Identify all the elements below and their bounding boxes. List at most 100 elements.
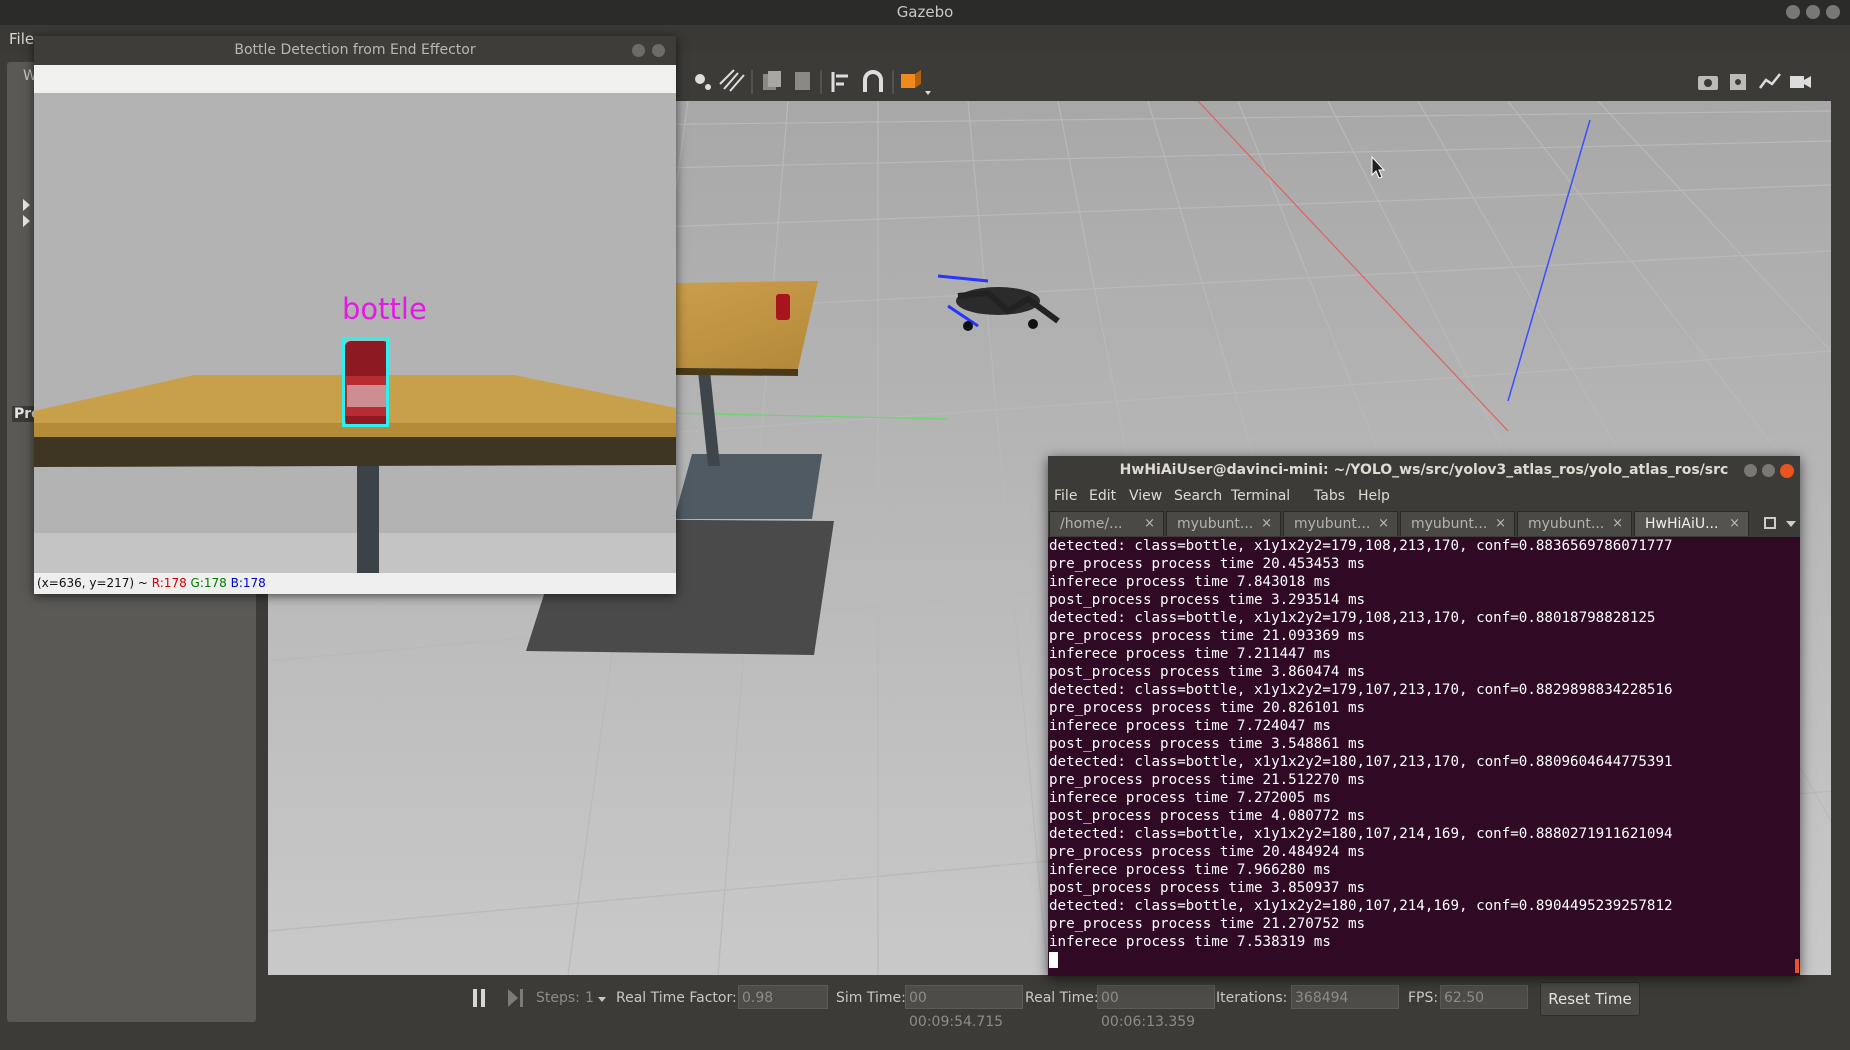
tab-label: HwHiAiU...: [1645, 516, 1719, 532]
plot-icon[interactable]: [1759, 73, 1781, 89]
camera-image[interactable]: bottle: [34, 93, 676, 573]
close-icon[interactable]: ×: [1144, 512, 1155, 536]
terminal-line: inferece process time 7.211447 ms: [1049, 646, 1331, 662]
terminal-line: post_process process time 4.080772 ms: [1049, 808, 1366, 824]
terminal-line: detected: class=bottle, x1y1x2y2=180,107…: [1049, 754, 1673, 770]
terminal-line: detected: class=bottle, x1y1x2y2=179,107…: [1049, 682, 1673, 698]
close-icon[interactable]: ×: [1378, 512, 1389, 536]
close-icon[interactable]: [652, 44, 665, 57]
detection-label: bottle: [342, 292, 427, 326]
terminal-line: detected: class=bottle, x1y1x2y2=180,107…: [1049, 826, 1673, 842]
minimize-icon[interactable]: [1786, 5, 1800, 19]
status-b: B:178: [230, 576, 266, 590]
terminal-line: detected: class=bottle, x1y1x2y2=179,108…: [1049, 538, 1673, 554]
gazebo-titlebar: Gazebo: [0, 0, 1850, 25]
terminal-line: post_process process time 3.293514 ms: [1049, 592, 1366, 608]
pause-icon[interactable]: [471, 989, 487, 1007]
close-icon[interactable]: [1826, 5, 1840, 19]
terminal-line: inferece process time 7.966280 ms: [1049, 862, 1331, 878]
terminal-cursor: [1049, 951, 1801, 969]
menu-file[interactable]: File: [1054, 488, 1077, 504]
close-icon[interactable]: [1780, 464, 1794, 478]
copy-icon[interactable]: [763, 71, 781, 90]
tab-label: myubunt...: [1411, 516, 1488, 532]
real-time-field: 00 00:06:13.359: [1097, 985, 1215, 1030]
menu-tabs[interactable]: Tabs: [1314, 488, 1345, 504]
maximize-icon[interactable]: [1806, 5, 1820, 19]
terminal-line: post_process process time 3.860474 ms: [1049, 664, 1366, 680]
terminal-line: pre_process process time 21.512270 ms: [1049, 772, 1366, 788]
chevron-down-icon[interactable]: [598, 997, 606, 1002]
terminal-titlebar[interactable]: HwHiAiUser@davinci-mini: ~/YOLO_ws/src/y…: [1048, 456, 1800, 485]
iterations-label: Iterations:: [1216, 990, 1288, 1006]
menu-view[interactable]: View: [1129, 488, 1162, 504]
minimize-icon[interactable]: [1744, 464, 1757, 477]
close-icon[interactable]: ×: [1612, 512, 1623, 536]
maximize-icon[interactable]: [1762, 464, 1775, 477]
terminal-output[interactable]: detected: class=bottle, x1y1x2y2=179,108…: [1048, 537, 1801, 976]
status-g: G:178: [190, 576, 227, 590]
camera-icon[interactable]: [1698, 76, 1718, 90]
iterations-field: 368494: [1291, 985, 1399, 1009]
terminal-line: inferece process time 7.843018 ms: [1049, 574, 1331, 590]
snap-tool-icon[interactable]: [719, 69, 745, 92]
steps-label: Steps:: [536, 990, 580, 1006]
close-icon[interactable]: ×: [1261, 512, 1272, 536]
bottle-window-title: Bottle Detection from End Effector: [234, 42, 476, 58]
terminal-tab[interactable]: myubunt... ×: [1400, 511, 1515, 536]
terminal-menubar: File Edit View Search Terminal Tabs Help: [1048, 485, 1800, 509]
rtf-label: Real Time Factor:: [616, 990, 737, 1006]
video-icon[interactable]: [1790, 76, 1811, 88]
new-tab-icon[interactable]: [1764, 517, 1776, 529]
terminal-line: inferece process time 7.724047 ms: [1049, 718, 1331, 734]
terminal-tab[interactable]: myubunt... ×: [1166, 511, 1281, 536]
scrollbar-thumb[interactable]: [1795, 959, 1799, 973]
terminal-line: pre_process process time 21.270752 ms: [1049, 916, 1366, 932]
menu-help[interactable]: Help: [1358, 488, 1390, 504]
terminal-line: pre_process process time 20.484924 ms: [1049, 844, 1366, 860]
tab-label: myubunt...: [1294, 516, 1371, 532]
status-coords: (x=636, y=217) ~: [37, 576, 152, 590]
tab-label: /home/...: [1060, 516, 1123, 532]
tab-dropdown-icon[interactable]: [1786, 521, 1796, 527]
simulation-bar: Steps: 1 Real Time Factor: 0.98 Sim Time…: [268, 975, 1831, 1030]
magnet-icon[interactable]: [863, 70, 883, 92]
detection-box: [342, 337, 389, 427]
terminal-line: pre_process process time 21.093369 ms: [1049, 628, 1366, 644]
terminal-line: pre_process process time 20.453453 ms: [1049, 556, 1366, 572]
fps-field: 62.50: [1440, 985, 1528, 1009]
menu-terminal[interactable]: Terminal: [1231, 488, 1290, 504]
terminal-line: post_process process time 3.548861 ms: [1049, 736, 1366, 752]
steps-value[interactable]: 1: [585, 990, 594, 1006]
fps-label: FPS:: [1408, 990, 1439, 1006]
bottle-window-titlebar[interactable]: Bottle Detection from End Effector: [34, 36, 676, 65]
reset-time-button[interactable]: Reset Time: [1540, 982, 1640, 1016]
minimize-icon[interactable]: [632, 44, 645, 57]
terminal-tab[interactable]: /home/... ×: [1049, 511, 1164, 536]
expand-arrow-icon[interactable]: [23, 215, 30, 227]
record-icon[interactable]: [1730, 74, 1746, 90]
can-object: [776, 294, 790, 320]
close-icon[interactable]: ×: [1729, 512, 1740, 536]
menu-search[interactable]: Search: [1174, 488, 1222, 504]
menu-file[interactable]: File: [9, 30, 34, 48]
rtf-field: 0.98: [738, 985, 828, 1009]
terminal-tab-active[interactable]: HwHiAiU... ×: [1634, 511, 1749, 536]
bottle-window-toolbar: [34, 65, 676, 93]
real-time-label: Real Time:: [1025, 990, 1099, 1006]
bottle-detection-window: Bottle Detection from End Effector bottl…: [34, 36, 676, 594]
terminal-line: detected: class=bottle, x1y1x2y2=179,108…: [1049, 610, 1656, 626]
terminal-tab[interactable]: myubunt... ×: [1517, 511, 1632, 536]
terminal-tab[interactable]: myubunt... ×: [1283, 511, 1398, 536]
menu-edit[interactable]: Edit: [1089, 488, 1116, 504]
view-angle-icon[interactable]: [901, 70, 931, 95]
sim-time-label: Sim Time:: [836, 990, 906, 1006]
align-icon[interactable]: [831, 72, 848, 92]
tab-label: myubunt...: [1528, 516, 1605, 532]
close-icon[interactable]: ×: [1495, 512, 1506, 536]
scale-tool-icon[interactable]: [695, 74, 711, 90]
step-icon[interactable]: [508, 989, 524, 1007]
paste-icon[interactable]: [795, 72, 810, 90]
expand-arrow-icon[interactable]: [23, 199, 30, 211]
terminal-line: inferece process time 7.538319 ms: [1049, 934, 1331, 950]
